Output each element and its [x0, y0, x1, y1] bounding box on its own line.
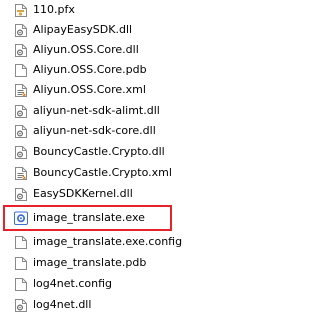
- file-item[interactable]: image_translate.exe.config: [0, 232, 252, 252]
- dll-file-icon: [14, 187, 28, 202]
- file-name: aliyun-net-sdk-core.dll: [33, 124, 156, 137]
- file-item[interactable]: Aliyun.OSS.Core.xml: [0, 80, 252, 100]
- file-name: AlipayEasySDK.dll: [33, 23, 133, 36]
- file-item[interactable]: aliyun-net-sdk-alimt.dll: [0, 101, 252, 121]
- file-item[interactable]: image_translate.pdb: [0, 253, 252, 273]
- file-name: log4net.dll: [33, 298, 92, 311]
- file-item[interactable]: Aliyun.OSS.Core.dll: [0, 40, 252, 60]
- file-item[interactable]: log4net.config: [0, 274, 252, 294]
- file-name: BouncyCastle.Crypto.xml: [33, 166, 172, 179]
- file-name: aliyun-net-sdk-alimt.dll: [33, 104, 160, 117]
- config-file-icon: [14, 235, 28, 250]
- file-name: log4net.config: [33, 277, 112, 290]
- file-name: image_translate.exe: [33, 211, 145, 224]
- dll-file-icon: [14, 124, 28, 139]
- xml-file-icon: [14, 83, 28, 98]
- file-name: image_translate.exe.config: [33, 235, 183, 248]
- file-name: Aliyun.OSS.Core.dll: [33, 43, 139, 56]
- exe-file-icon: [14, 211, 28, 226]
- file-item[interactable]: 110.pfx: [0, 0, 252, 20]
- config-file-icon: [14, 277, 28, 292]
- file-item[interactable]: EasySDKKernel.dll: [0, 184, 252, 204]
- file-name: Aliyun.OSS.Core.pdb: [33, 63, 147, 76]
- file-name: Aliyun.OSS.Core.xml: [33, 83, 146, 96]
- file-item-highlighted[interactable]: image_translate.exe: [0, 208, 252, 228]
- file-list: 110.pfx AlipayEasySDK.dll Aliyun.OSS.Cor…: [0, 0, 252, 312]
- xml-file-icon: [14, 166, 28, 181]
- file-name: image_translate.pdb: [33, 256, 147, 269]
- blank-file-icon: [14, 63, 28, 78]
- dll-file-icon: [14, 145, 28, 160]
- file-item[interactable]: aliyun-net-sdk-core.dll: [0, 121, 252, 141]
- file-item[interactable]: BouncyCastle.Crypto.xml: [0, 163, 252, 183]
- dll-file-icon: [14, 23, 28, 38]
- dll-file-icon: [14, 298, 28, 313]
- file-name: 110.pfx: [33, 3, 75, 16]
- blank-file-icon: [14, 256, 28, 271]
- dll-file-icon: [14, 104, 28, 119]
- file-item[interactable]: Aliyun.OSS.Core.pdb: [0, 60, 252, 80]
- file-name: BouncyCastle.Crypto.dll: [33, 145, 165, 158]
- file-item[interactable]: BouncyCastle.Crypto.dll: [0, 142, 252, 162]
- dll-file-icon: [14, 43, 28, 58]
- file-item[interactable]: log4net.dll: [0, 295, 252, 315]
- file-item[interactable]: AlipayEasySDK.dll: [0, 20, 252, 40]
- file-name: EasySDKKernel.dll: [33, 187, 133, 200]
- certificate-file-icon: [14, 3, 28, 18]
